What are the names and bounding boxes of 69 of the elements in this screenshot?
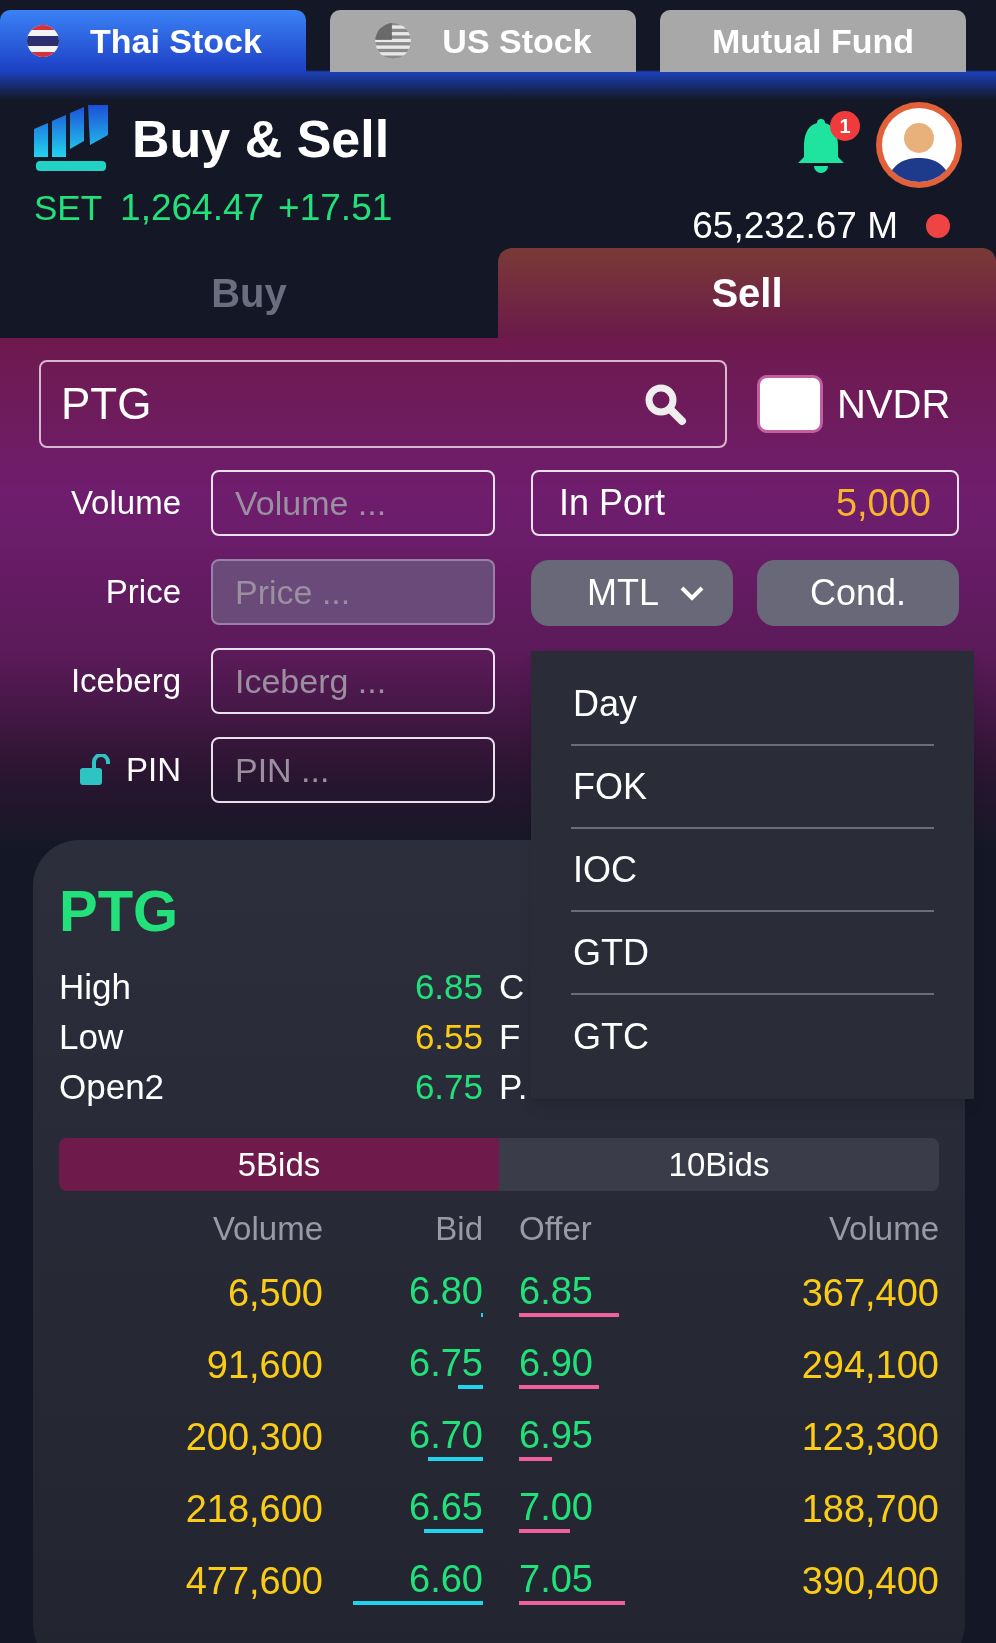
bid-price-cell: 6.75 — [409, 1341, 483, 1385]
flag-icon — [26, 24, 60, 58]
offer-price-cell: 6.95 — [519, 1413, 593, 1457]
order-type-dropdown[interactable]: MTL — [531, 560, 733, 626]
index-value: 1,264.47 — [120, 186, 265, 230]
notification-badge: 1 — [830, 111, 860, 141]
dropdown-option[interactable]: GTC — [571, 995, 934, 1078]
bid-price-cell: 6.80 — [409, 1269, 483, 1313]
offer-volume-cell-text: 390,400 — [800, 1558, 939, 1604]
portfolio-value: 65,232.67 M — [692, 204, 898, 248]
offer-volume-cell-text: 123,300 — [800, 1414, 939, 1460]
column-header: Bid — [434, 1209, 483, 1250]
symbol-search-field[interactable]: PTG — [39, 360, 727, 448]
field-label: Iceberg — [70, 661, 181, 702]
nvdr-checkbox[interactable] — [757, 375, 823, 433]
stock-symbol: PTG — [59, 882, 180, 940]
stat-label: Low — [59, 1015, 125, 1058]
stat-label: Open2 — [59, 1065, 166, 1108]
avatar-icon[interactable] — [874, 100, 964, 190]
market-tab[interactable]: Thai Stock — [0, 10, 306, 72]
search-icon[interactable] — [643, 382, 687, 426]
dropdown-option[interactable]: IOC — [571, 829, 934, 912]
index-name: SET — [34, 187, 103, 229]
stat-value: 6.75 — [413, 1065, 483, 1108]
stat-label: High — [59, 965, 132, 1008]
offer-volume-cell-text: 367,400 — [800, 1270, 939, 1316]
offer-price-cell: 7.00 — [519, 1485, 593, 1529]
stat-label: P. — [499, 1065, 528, 1108]
bid-volume-bar — [458, 1385, 483, 1389]
bid-price-cell: 6.65 — [409, 1485, 483, 1529]
unlocked-padlock-icon — [78, 754, 110, 786]
offer-volume-bar — [519, 1529, 571, 1533]
chevron-down-icon — [679, 585, 705, 601]
offer-volume-cell-text: 188,700 — [800, 1486, 939, 1532]
field-label: Price — [105, 572, 181, 613]
bid-volume-cell-text: 200,300 — [184, 1414, 323, 1460]
stat-value: 6.55 — [413, 1015, 483, 1058]
bid-volume-cell-text: 477,600 — [184, 1558, 323, 1604]
depth-tab[interactable]: 5Bids — [59, 1138, 499, 1191]
page-title: Buy & Sell — [132, 109, 390, 170]
bid-price-cell: 6.70 — [409, 1413, 483, 1457]
bid-volume-bar — [428, 1457, 483, 1461]
bid-price-cell: 6.60 — [409, 1557, 483, 1601]
offer-price-cell: 6.85 — [519, 1269, 593, 1313]
index-change: +17.51 — [278, 186, 393, 230]
column-header: Volume — [827, 1209, 939, 1250]
offer-price-cell: 6.90 — [519, 1341, 593, 1385]
side-tab[interactable]: Sell — [498, 248, 996, 338]
field-label: Volume — [70, 483, 181, 524]
in-port-label: In Port — [559, 481, 666, 525]
dropdown-option[interactable]: Day — [571, 663, 934, 746]
bid-volume-cell-text: 91,600 — [205, 1342, 323, 1388]
bid-volume-bar — [423, 1529, 483, 1533]
field-label: PIN — [126, 750, 181, 791]
bid-volume-cell-text: 218,600 — [184, 1486, 323, 1532]
offer-volume-bar — [519, 1457, 553, 1461]
offer-price-cell: 7.05 — [519, 1557, 593, 1601]
dropdown-option[interactable]: GTD — [571, 912, 934, 995]
condition-button[interactable]: Cond. — [757, 560, 959, 626]
column-header: Volume — [211, 1209, 323, 1250]
bid-volume-cell-text: 6,500 — [226, 1270, 323, 1316]
stat-label: F — [499, 1015, 521, 1058]
offer-volume-cell-text: 294,100 — [800, 1342, 939, 1388]
dropdown-option[interactable]: FOK — [571, 746, 934, 829]
stat-label: C — [499, 965, 525, 1008]
stat-value: 6.85 — [413, 965, 483, 1008]
in-port-value: 5,000 — [835, 480, 931, 526]
nvdr-label: NVDR — [837, 381, 951, 428]
column-header: Offer — [519, 1209, 593, 1250]
